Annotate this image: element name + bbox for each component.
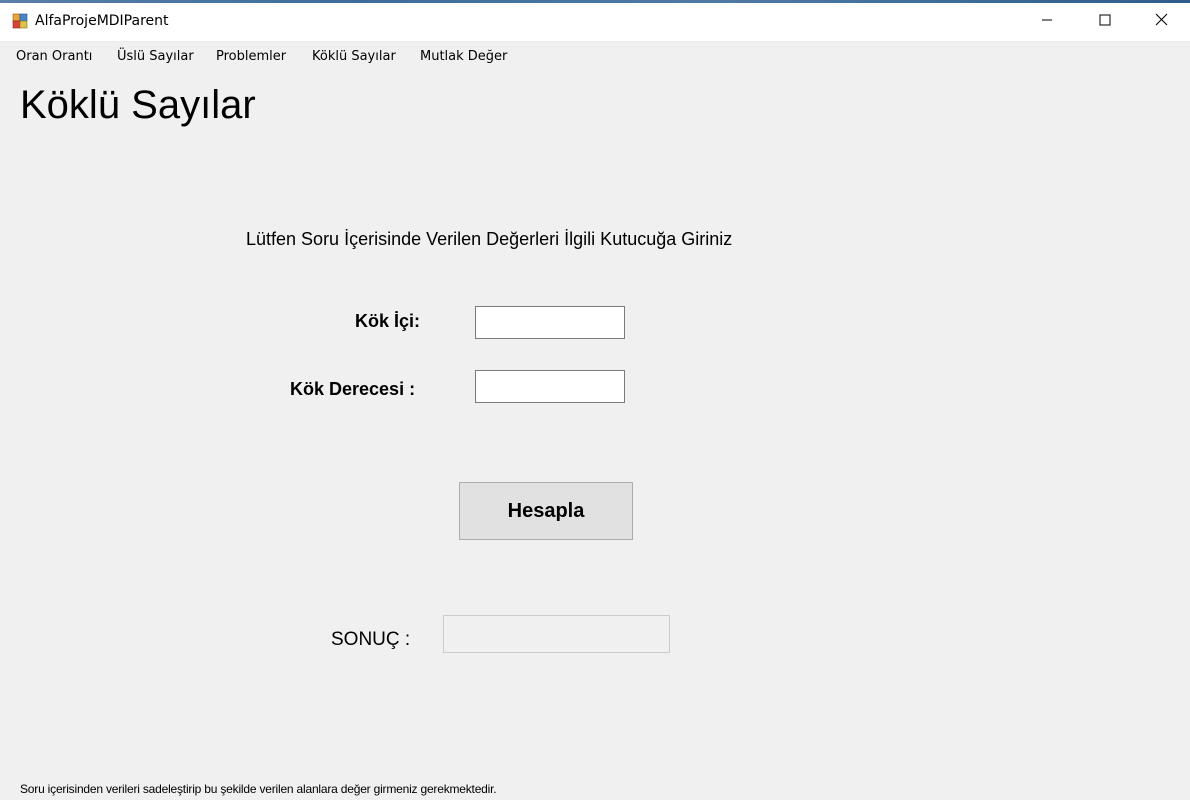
- close-icon: [1155, 13, 1168, 31]
- maximize-icon: [1099, 13, 1111, 31]
- footer-note: Soru içerisinden verileri sadeleştirip b…: [20, 782, 497, 796]
- kok-derecesi-input[interactable]: [475, 370, 625, 403]
- close-button[interactable]: [1132, 3, 1190, 41]
- kok-derecesi-label: Kök Derecesi :: [290, 379, 416, 399]
- minimize-button[interactable]: [1018, 3, 1076, 41]
- menu-bar: Oran Orantı Üslü Sayılar Problemler Kökl…: [0, 41, 1190, 72]
- title-bar[interactable]: AlfaProjeMDIParent: [0, 3, 1190, 41]
- mdi-parent-window: AlfaProjeMDIParent Oran Orantı Üslü Sayı…: [0, 0, 1190, 800]
- result-label: SONUÇ :: [331, 629, 411, 650]
- kok-ici-input[interactable]: [475, 306, 625, 339]
- menu-item-problemler[interactable]: Problemler: [216, 49, 286, 64]
- page-title: Köklü Sayılar: [20, 83, 256, 127]
- maximize-button[interactable]: [1076, 3, 1134, 41]
- instruction-text: Lütfen Soru İçerisinde Verilen Değerleri…: [246, 229, 733, 249]
- result-field: [443, 615, 670, 653]
- app-icon: [12, 13, 28, 29]
- minimize-icon: [1041, 13, 1053, 31]
- window-title: AlfaProjeMDIParent: [35, 13, 169, 29]
- menu-item-oran-oranti[interactable]: Oran Orantı: [16, 49, 92, 64]
- menu-item-mutlak-deger[interactable]: Mutlak Değer: [420, 49, 507, 64]
- kok-ici-label: Kök İçi:: [355, 311, 421, 331]
- menu-item-uslu-sayilar[interactable]: Üslü Sayılar: [117, 49, 194, 64]
- hesapla-button[interactable]: Hesapla: [459, 482, 633, 540]
- menu-item-koklu-sayilar[interactable]: Köklü Sayılar: [312, 49, 396, 64]
